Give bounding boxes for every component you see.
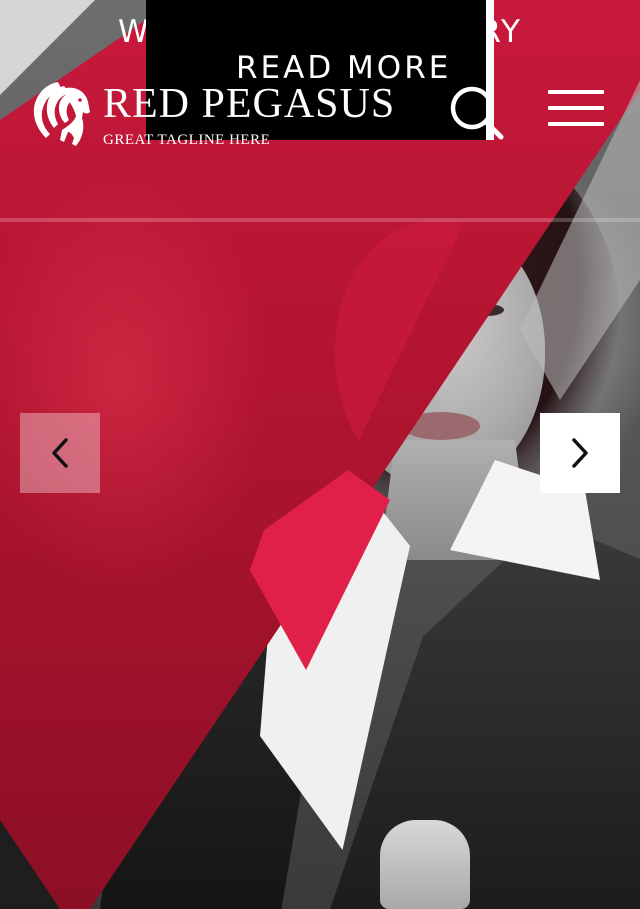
hamburger-menu-icon-line xyxy=(548,90,604,94)
site-logo[interactable]: RED PEGASUS GREAT TAGLINE HERE xyxy=(28,76,394,156)
hamburger-menu-button[interactable] xyxy=(548,90,604,134)
brand-name: RED PEGASUS xyxy=(103,81,396,127)
hamburger-menu-icon-line xyxy=(548,106,604,110)
header-divider xyxy=(0,218,640,222)
search-icon xyxy=(450,86,504,140)
brand-tagline: GREAT TAGLINE HERE xyxy=(103,132,271,148)
search-button[interactable] xyxy=(446,82,506,142)
chevron-left-icon xyxy=(52,438,68,468)
slider-prev-button[interactable] xyxy=(20,413,100,493)
hamburger-menu-icon-line xyxy=(548,122,604,126)
pegasus-logo-icon xyxy=(33,82,90,146)
chevron-right-icon xyxy=(572,438,588,468)
hero-photo-hand xyxy=(380,820,470,909)
slider-next-button[interactable] xyxy=(540,413,620,493)
